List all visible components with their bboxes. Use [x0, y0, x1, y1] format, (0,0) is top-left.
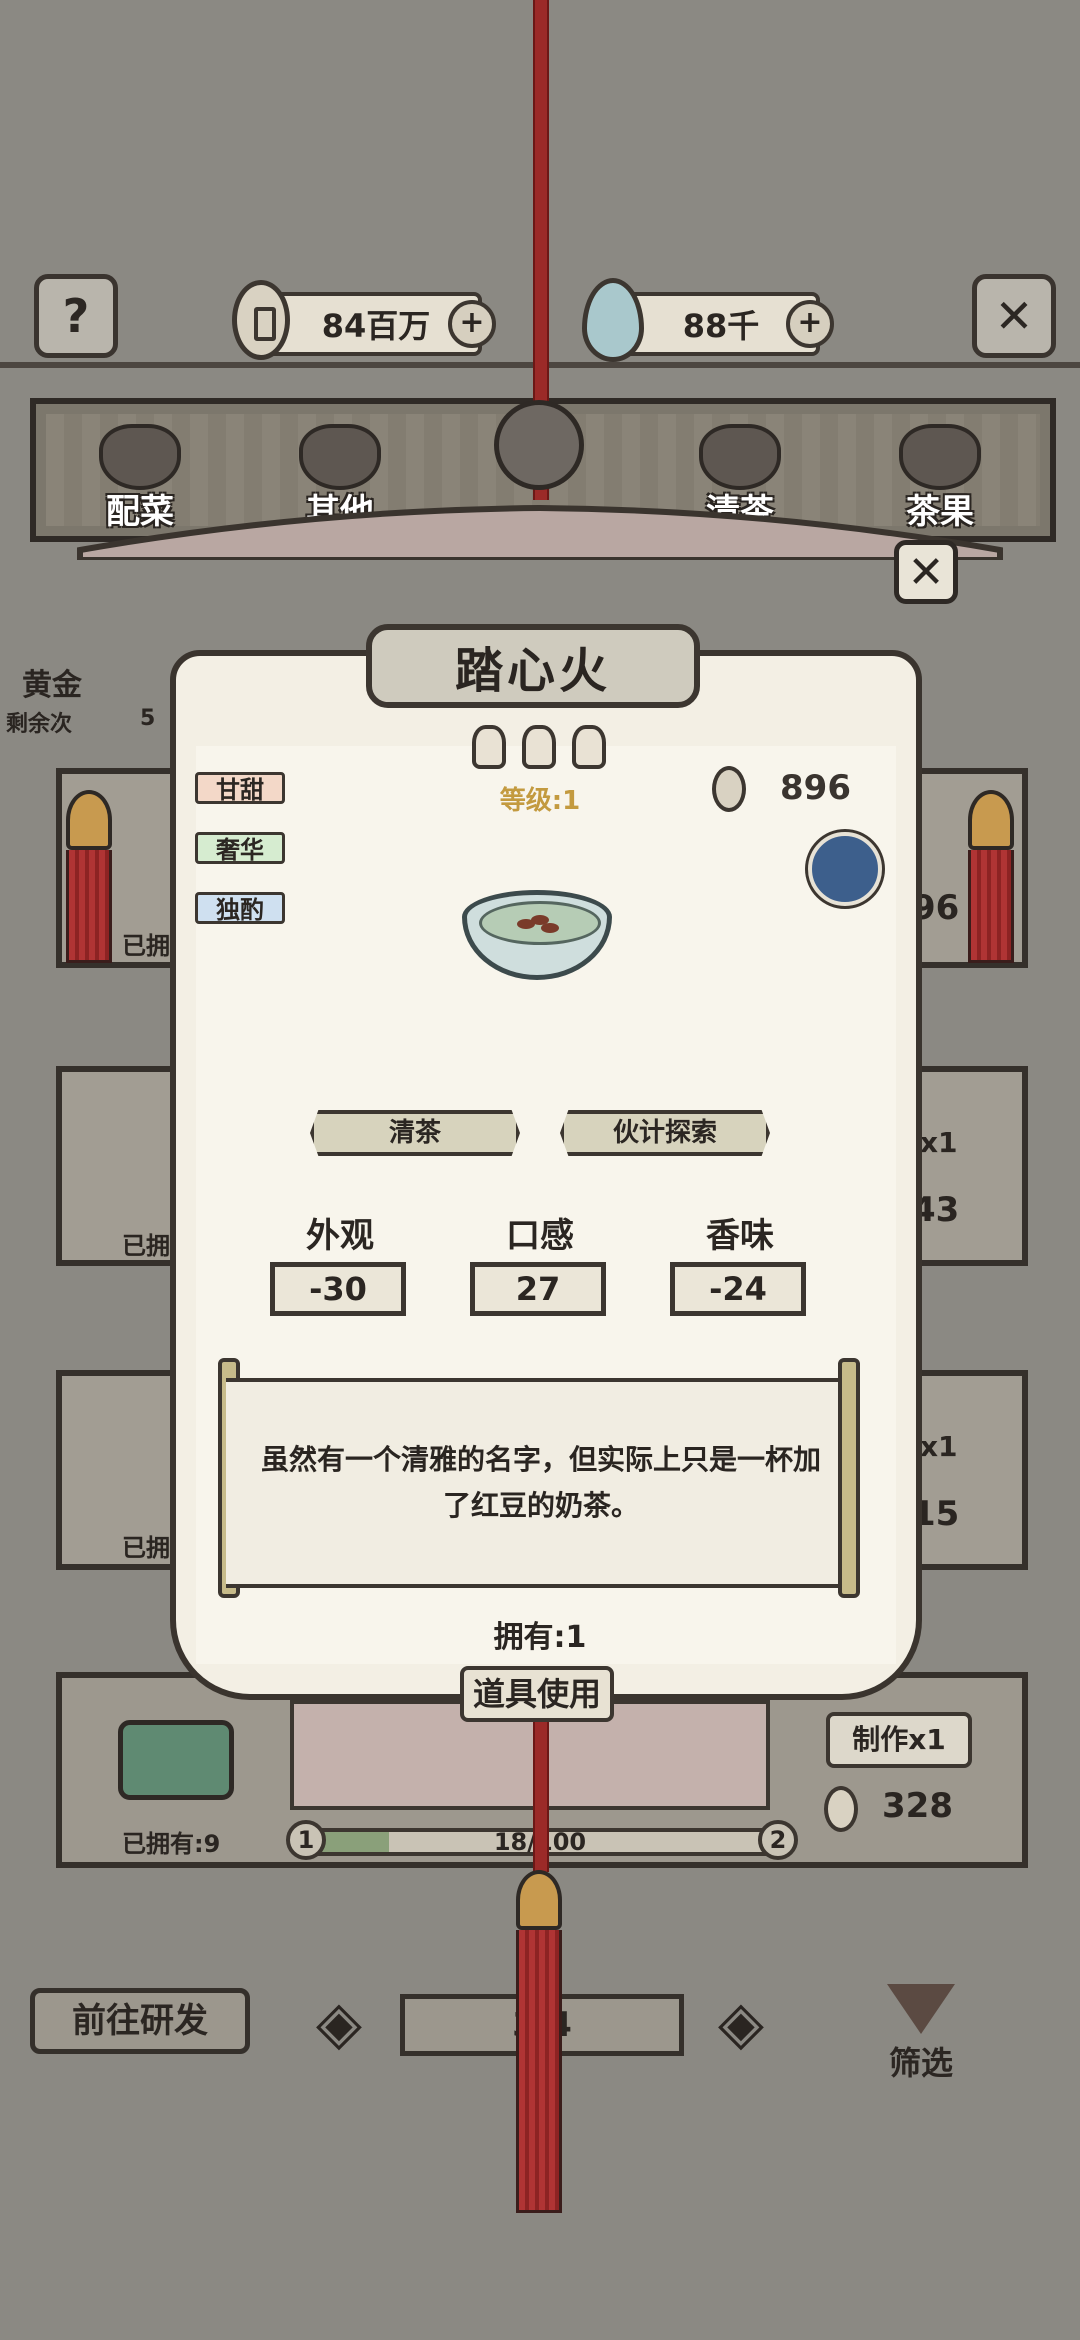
category-tea-button[interactable]: 清茶 [310, 1110, 520, 1156]
bottom-owned: 已拥有:9 [122, 1830, 221, 1858]
jade-icon [582, 278, 644, 362]
item-title-plate: 踏心火 [366, 624, 700, 708]
scroll-rod-right [838, 1358, 860, 1598]
dialog-close-button[interactable]: ✕ [894, 540, 958, 604]
level-from-node: 1 [286, 1820, 326, 1860]
bg-item-sub: 剩余次 [6, 712, 73, 737]
coin-icon [824, 1786, 858, 1832]
stat-label-appearance: 外观 [306, 1216, 374, 1256]
item-level: 等级:1 [499, 786, 581, 816]
close-button-top[interactable]: ✕ [972, 274, 1056, 358]
close-icon: ✕ [994, 289, 1034, 343]
level-to-node: 2 [758, 1820, 798, 1860]
stat-label-aroma: 香味 [706, 1216, 774, 1256]
bg-card-make: x1 [920, 1430, 958, 1463]
go-research-button[interactable]: 前往研发 [30, 1988, 250, 2054]
bg-card-owned: 已拥 [122, 932, 170, 960]
bg-card-owned: 已拥 [122, 1232, 170, 1260]
teapot-badge-icon[interactable] [808, 832, 882, 906]
item-title: 踏心火 [454, 643, 611, 699]
bottom-price: 328 [882, 1786, 953, 1826]
cat-ornament-icon [494, 400, 584, 490]
bg-card-owned: 已拥 [122, 1534, 170, 1562]
funnel-icon [887, 1984, 955, 2034]
gem-counter: 88千 + [582, 278, 834, 362]
stat-label-taste: 口感 [506, 1216, 574, 1256]
coin-counter: 84百万 + [232, 280, 496, 360]
bg-item-count: 5 [140, 706, 156, 731]
stat-value-aroma: -24 [670, 1262, 806, 1316]
lantern-icon [472, 725, 506, 769]
right-tassel [968, 790, 1014, 963]
description-scroll: 虽然有一个清雅的名字，但实际上只是一杯加了红豆的奶茶。 [226, 1378, 856, 1588]
owned-count: 拥有:1 [493, 1620, 587, 1655]
left-tassel [66, 790, 112, 963]
bg-item-label: 黄金 [22, 668, 82, 703]
help-button[interactable]: ? [34, 274, 118, 358]
next-page-button[interactable]: ◈ [706, 1988, 776, 2058]
mortar-icon [299, 424, 381, 490]
tag-luxury: 奢华 [195, 832, 285, 864]
stat-value-taste: 27 [470, 1262, 606, 1316]
stat-value-appearance: -30 [270, 1262, 406, 1316]
lantern-icon [522, 725, 556, 769]
lantern-icon [572, 725, 606, 769]
use-item-button[interactable]: 道具使用 [460, 1666, 614, 1722]
filter-button[interactable]: 筛选 [866, 1984, 976, 2084]
coin-icon [232, 280, 290, 360]
add-coins-button[interactable]: + [448, 300, 496, 348]
filter-label: 筛选 [888, 2044, 953, 2082]
tea-bowl-icon [699, 424, 781, 490]
tag-sweet: 甘甜 [195, 772, 285, 804]
question-icon: ? [62, 289, 90, 343]
hanging-rope-lower [533, 1722, 549, 1872]
staff-explore-button[interactable]: 伙计探索 [560, 1110, 770, 1156]
add-gems-button[interactable]: + [786, 300, 834, 348]
coin-icon [712, 766, 746, 812]
tea-snack-icon [899, 424, 981, 490]
item-price: 896 [780, 768, 851, 808]
side-dish-icon [99, 424, 181, 490]
prev-page-button[interactable]: ◈ [304, 1988, 374, 2058]
make-x1-button[interactable]: 制作x1 [826, 1712, 972, 1768]
bottom-tassel [516, 1870, 562, 2213]
close-icon: ✕ [907, 547, 945, 598]
item-description: 虽然有一个清雅的名字，但实际上只是一杯加了红豆的奶茶。 [261, 1443, 822, 1522]
hanger-roof [77, 504, 1003, 560]
bg-card-make: x1 [920, 1126, 958, 1159]
tag-solo: 独酌 [195, 892, 285, 924]
green-tea-pot-icon [118, 1720, 234, 1800]
